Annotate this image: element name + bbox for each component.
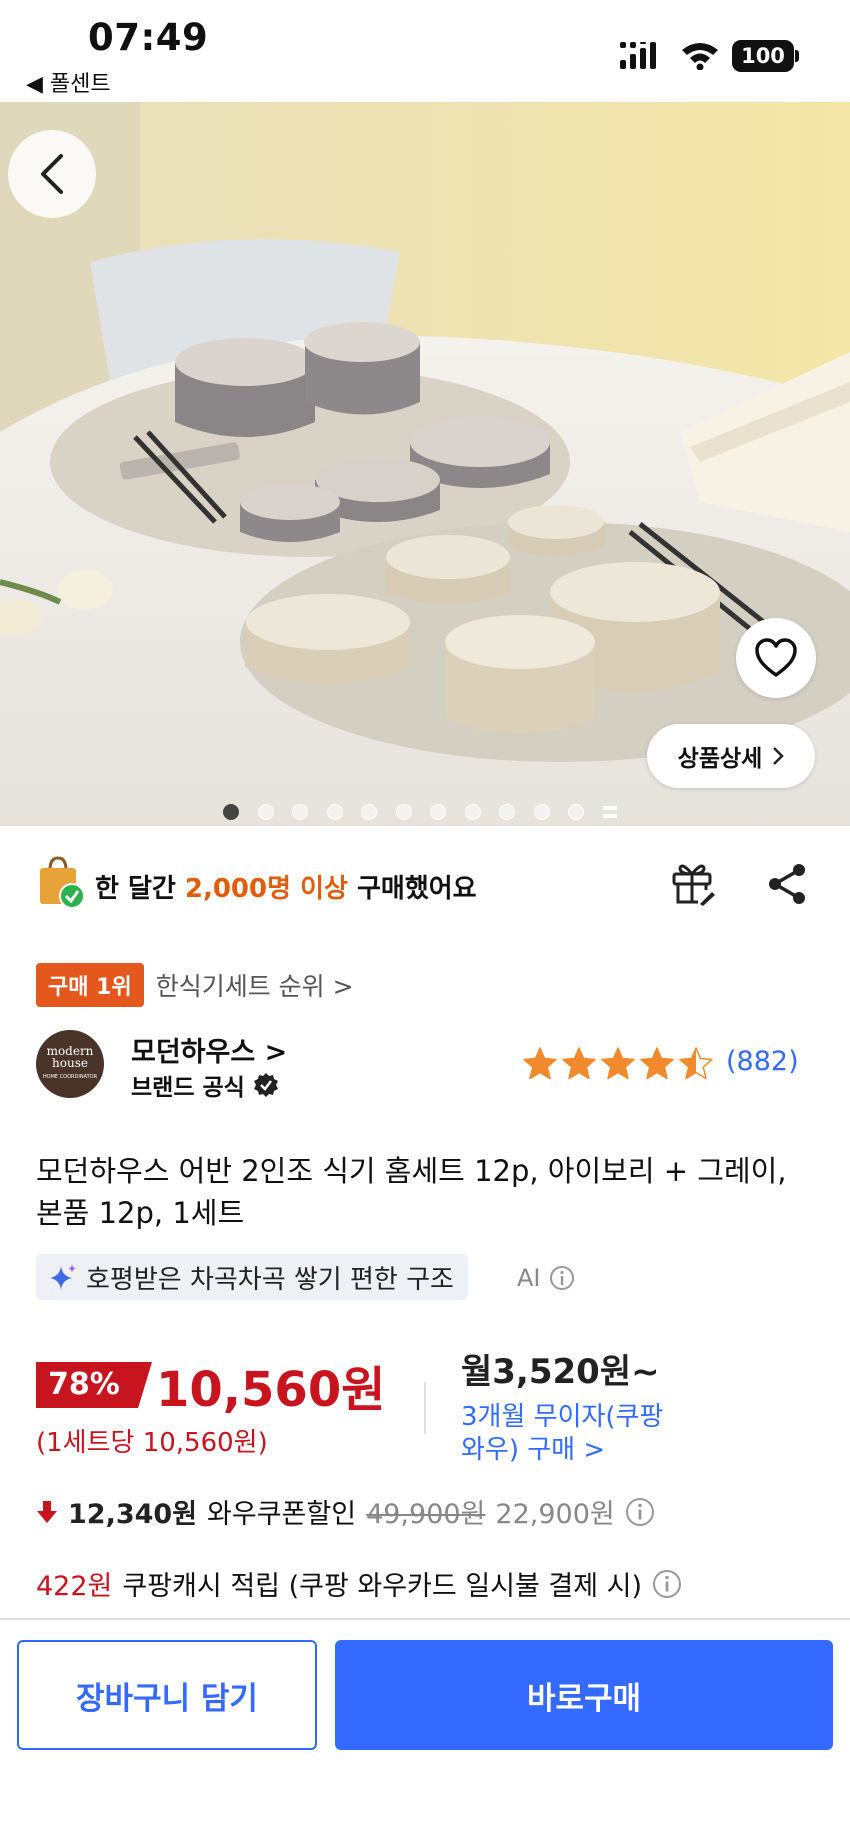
star-icon [522,1046,558,1086]
brand-logo-text: modern house [46,1044,94,1070]
brand-row: modern house HOME COORDINATOR 모던하우스 > 브랜… [36,1030,826,1102]
discount-badge: 78% [36,1362,152,1408]
ai-label-text: AI [517,1264,541,1292]
buy-now-button[interactable]: 바로구매 [335,1640,833,1750]
review-count-link[interactable]: (882) [726,1046,799,1077]
final-price: 10,560원 [156,1362,386,1418]
carousel-dot[interactable] [499,804,515,820]
installment-link[interactable]: 3개월 무이자(쿠팡 와우) 구매 > [461,1401,691,1467]
installment-block[interactable]: 월3,520원~ 3개월 무이자(쿠팡 와우) 구매 > [461,1344,691,1467]
wishlist-button[interactable] [736,618,816,698]
star-icon [639,1046,675,1086]
carousel-more-indicator [602,806,617,818]
sale-price: 22,900원 [495,1499,615,1530]
chevron-right-icon [773,747,785,765]
product-detail-button[interactable]: 상품상세 [647,724,815,788]
purchase-stats-suffix: 구매했어요 [347,874,477,904]
coupon-saved-amount: 12,340원 [68,1499,198,1530]
rating-stars[interactable] [522,1046,714,1086]
carousel-dot[interactable] [568,804,584,820]
product-photo [0,102,850,826]
brand-name-link[interactable]: 모던하우스 > [131,1030,287,1069]
product-detail-label: 상품상세 [677,746,763,772]
status-bar: 07:49 ◀ 폴센트 100 [0,0,850,102]
ai-summary-text: 호평받은 차곡차곡 쌓기 편한 구조 [86,1264,454,1295]
carousel-dot[interactable] [533,804,550,820]
battery-indicator: 100 [732,40,794,72]
ai-review-summary[interactable]: 호평받은 차곡차곡 쌓기 편한 구조 [36,1254,468,1300]
product-title: 모던하우스 어반 2인조 식기 홈세트 12p, 아이보리 + 그레이, 본품 … [36,1154,787,1230]
coupon-row: 12,340원 와우쿠폰할인 49,900원 22,900원 [36,1492,655,1531]
wifi-icon [682,43,718,70]
coupon-label: 와우쿠폰할인 [207,1499,357,1530]
carousel-pagination [223,802,617,822]
official-brand-label: 브랜드 공식 [131,1068,279,1102]
carousel-dot[interactable] [430,804,446,820]
star-icon [600,1046,636,1086]
purchase-stats-highlight: 2,000명 이상 [184,874,348,904]
original-price: 49,900원 [366,1499,486,1530]
add-to-cart-button[interactable]: 장바구니 담기 [17,1640,317,1750]
battery-tip [795,50,799,62]
purchase-stats-bar: 한 달간 2,000명 이상 구매했어요 [0,850,850,920]
ai-label[interactable]: AI [517,1264,575,1292]
unit-price: (1세트당 10,560원) [36,1428,268,1458]
rank-badge: 구매 1위 [36,963,144,1007]
back-button[interactable] [8,130,96,218]
purchase-stats-prefix: 한 달간 [95,874,185,904]
carousel-dot[interactable] [464,804,481,820]
monthly-price: 월3,520원~ [461,1352,660,1392]
verified-badge-icon [253,1073,278,1097]
official-brand-text: 브랜드 공식 [131,1075,245,1101]
cash-label: 쿠팡캐시 적립 (쿠팡 와우카드 일시불 결제 시) [122,1571,643,1602]
category-ranking-link[interactable]: 한식기세트 순위 > [156,967,354,1003]
clock: 07:49 [88,16,209,59]
carousel-dot[interactable] [292,804,308,820]
product-image-carousel[interactable]: 상품상세 [0,102,850,826]
purchase-stats-text: 한 달간 2,000명 이상 구매했어요 [95,868,477,905]
info-icon[interactable] [652,1569,682,1599]
chevron-left-icon [41,154,63,194]
info-icon[interactable] [625,1497,655,1527]
arrow-down-icon [37,1500,57,1523]
star-icon [678,1046,714,1086]
brand-logo-subtext: HOME COORDINATOR [42,1074,98,1080]
carousel-dot[interactable] [395,804,412,820]
ranking-row[interactable]: 구매 1위 한식기세트 순위 > [36,963,354,1007]
carousel-dot[interactable] [257,804,274,820]
shopping-bag-icon [40,856,85,909]
cash-reward-row: 422원 쿠팡캐시 적립 (쿠팡 와우카드 일시불 결제 시) [36,1564,682,1603]
carousel-dot[interactable] [326,804,343,820]
gift-icon[interactable] [670,860,716,906]
carousel-dot[interactable] [223,804,239,820]
brand-logo[interactable]: modern house HOME COORDINATOR [36,1030,104,1098]
back-to-app-link[interactable]: ◀ 폴센트 [26,66,111,98]
bottom-action-bar: 장바구니 담기 바로구매 [0,1618,850,1839]
carousel-dot[interactable] [361,804,377,820]
price-divider [424,1382,426,1434]
star-icon [561,1046,597,1086]
sparkle-icon [50,1264,76,1290]
cellular-signal-icon [620,42,656,69]
share-icon[interactable] [766,862,808,906]
heart-icon [755,638,797,677]
info-icon [549,1266,574,1290]
cash-amount: 422원 [36,1571,113,1602]
